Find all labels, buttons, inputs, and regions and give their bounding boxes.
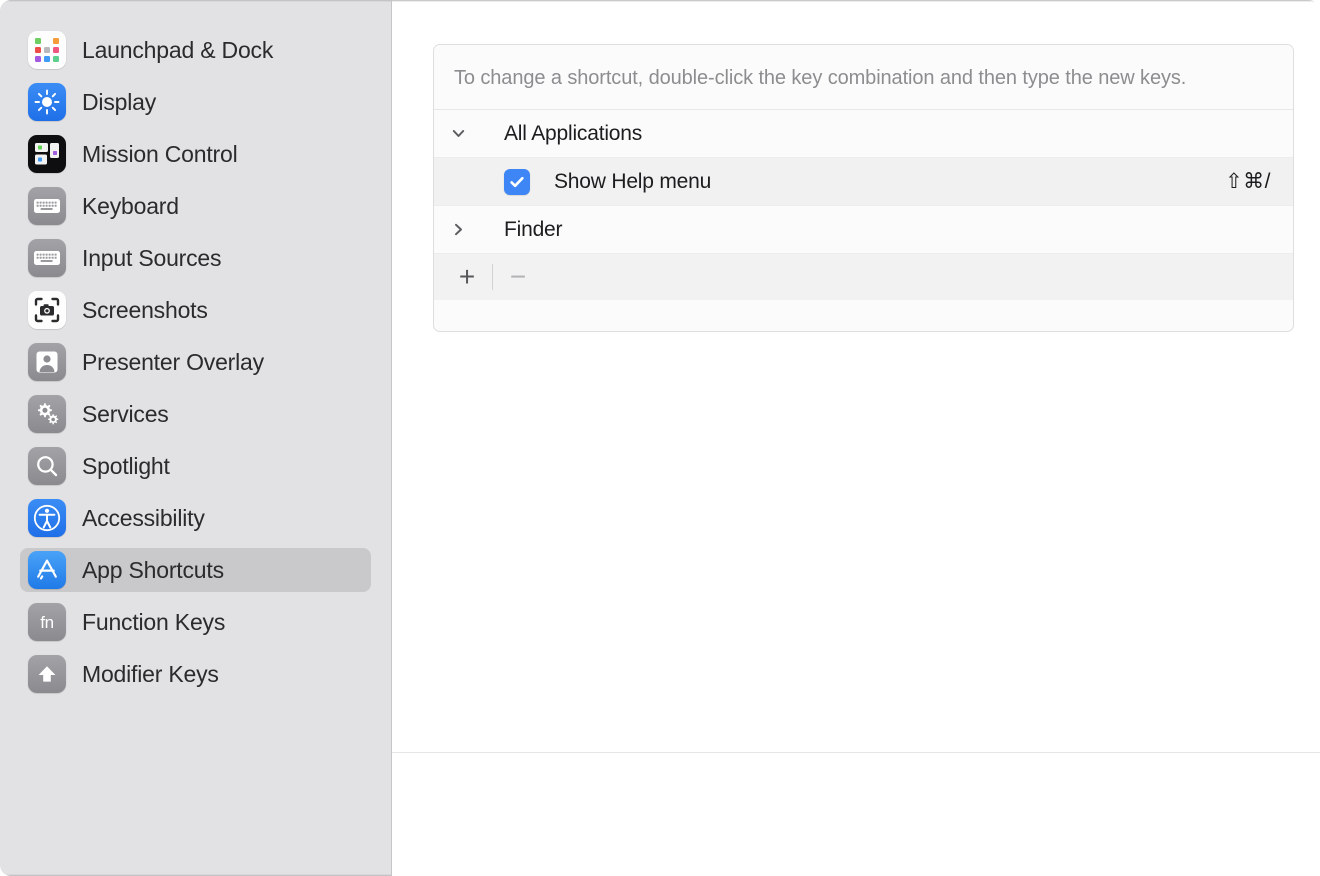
sidebar-item-label: Screenshots (82, 296, 208, 323)
sidebar-item-accessibility[interactable]: Accessibility (20, 496, 371, 540)
sidebar-item-launchpad-dock[interactable]: Launchpad & Dock (20, 28, 371, 72)
modifier-keys-icon (28, 655, 66, 693)
add-shortcut-button[interactable]: + (450, 260, 484, 294)
sidebar-item-label: App Shortcuts (82, 556, 224, 583)
sidebar-item-label: Keyboard (82, 192, 179, 219)
footer-divider (392, 752, 1320, 753)
function-keys-icon: fn (28, 603, 66, 641)
sidebar-item-label: Launchpad & Dock (82, 36, 274, 63)
display-icon (28, 83, 66, 121)
table-row-group-all-applications[interactable]: All Applications (434, 110, 1293, 158)
sidebar-list: Launchpad & Dock Display Mission Control… (0, 28, 391, 696)
keyboard-icon (28, 187, 66, 225)
group-title: All Applications (504, 121, 643, 145)
sidebar-item-presenter-overlay[interactable]: Presenter Overlay (20, 340, 371, 384)
sidebar-item-spotlight[interactable]: Spotlight (20, 444, 371, 488)
sidebar-item-label: Mission Control (82, 140, 238, 167)
sidebar-item-display[interactable]: Display (20, 80, 371, 124)
shortcut-enabled-checkbox[interactable] (482, 168, 552, 195)
presenter-overlay-icon (28, 343, 66, 381)
screenshots-icon (28, 291, 66, 329)
checkbox-checked[interactable] (504, 168, 530, 195)
sidebar-item-label: Spotlight (82, 452, 170, 479)
sidebar-item-app-shortcuts[interactable]: App Shortcuts (20, 548, 371, 592)
sidebar-item-label: Display (82, 88, 157, 115)
sidebar-item-label: Presenter Overlay (82, 348, 264, 375)
sidebar: Launchpad & Dock Display Mission Control… (0, 0, 392, 876)
sidebar-item-label: Function Keys (82, 608, 226, 635)
settings-window: Launchpad & Dock Display Mission Control… (0, 0, 1320, 876)
shortcut-title: Show Help menu (554, 169, 712, 193)
input-sources-icon (28, 239, 66, 277)
sidebar-item-label: Modifier Keys (82, 660, 219, 687)
sidebar-item-label: Accessibility (82, 504, 205, 531)
sidebar-item-label: Input Sources (82, 244, 222, 271)
chevron-right-icon[interactable] (434, 221, 482, 238)
content-area: To change a shortcut, double-click the k… (392, 0, 1320, 876)
sidebar-item-function-keys[interactable]: fn Function Keys (20, 600, 371, 644)
sidebar-item-screenshots[interactable]: Screenshots (20, 288, 371, 332)
sidebar-item-mission-control[interactable]: Mission Control (20, 132, 371, 176)
sidebar-item-services[interactable]: Services (20, 392, 371, 436)
table-row-show-help-menu[interactable]: Show Help menu ⇧⌘/ (434, 158, 1293, 206)
group-title: Finder (504, 217, 563, 241)
launchpad-icon (28, 31, 66, 69)
spotlight-icon (28, 447, 66, 485)
accessibility-icon (28, 499, 66, 537)
app-shortcuts-icon (28, 551, 66, 589)
toolbar-separator (492, 264, 493, 290)
remove-shortcut-button[interactable]: − (501, 260, 535, 294)
table-row-group-finder[interactable]: Finder (434, 206, 1293, 254)
chevron-down-icon[interactable] (434, 125, 482, 142)
shortcut-key-combination[interactable]: ⇧⌘/ (1225, 169, 1271, 194)
shortcuts-panel: To change a shortcut, double-click the k… (433, 44, 1294, 332)
sidebar-item-keyboard[interactable]: Keyboard (20, 184, 371, 228)
services-icon (28, 395, 66, 433)
sidebar-item-modifier-keys[interactable]: Modifier Keys (20, 652, 371, 696)
panel-description: To change a shortcut, double-click the k… (434, 45, 1293, 110)
sidebar-item-input-sources[interactable]: Input Sources (20, 236, 371, 280)
panel-toolbar: + − (434, 254, 1293, 300)
fn-glyph: fn (40, 612, 54, 632)
sidebar-item-label: Services (82, 400, 169, 427)
mission-control-icon (28, 135, 66, 173)
